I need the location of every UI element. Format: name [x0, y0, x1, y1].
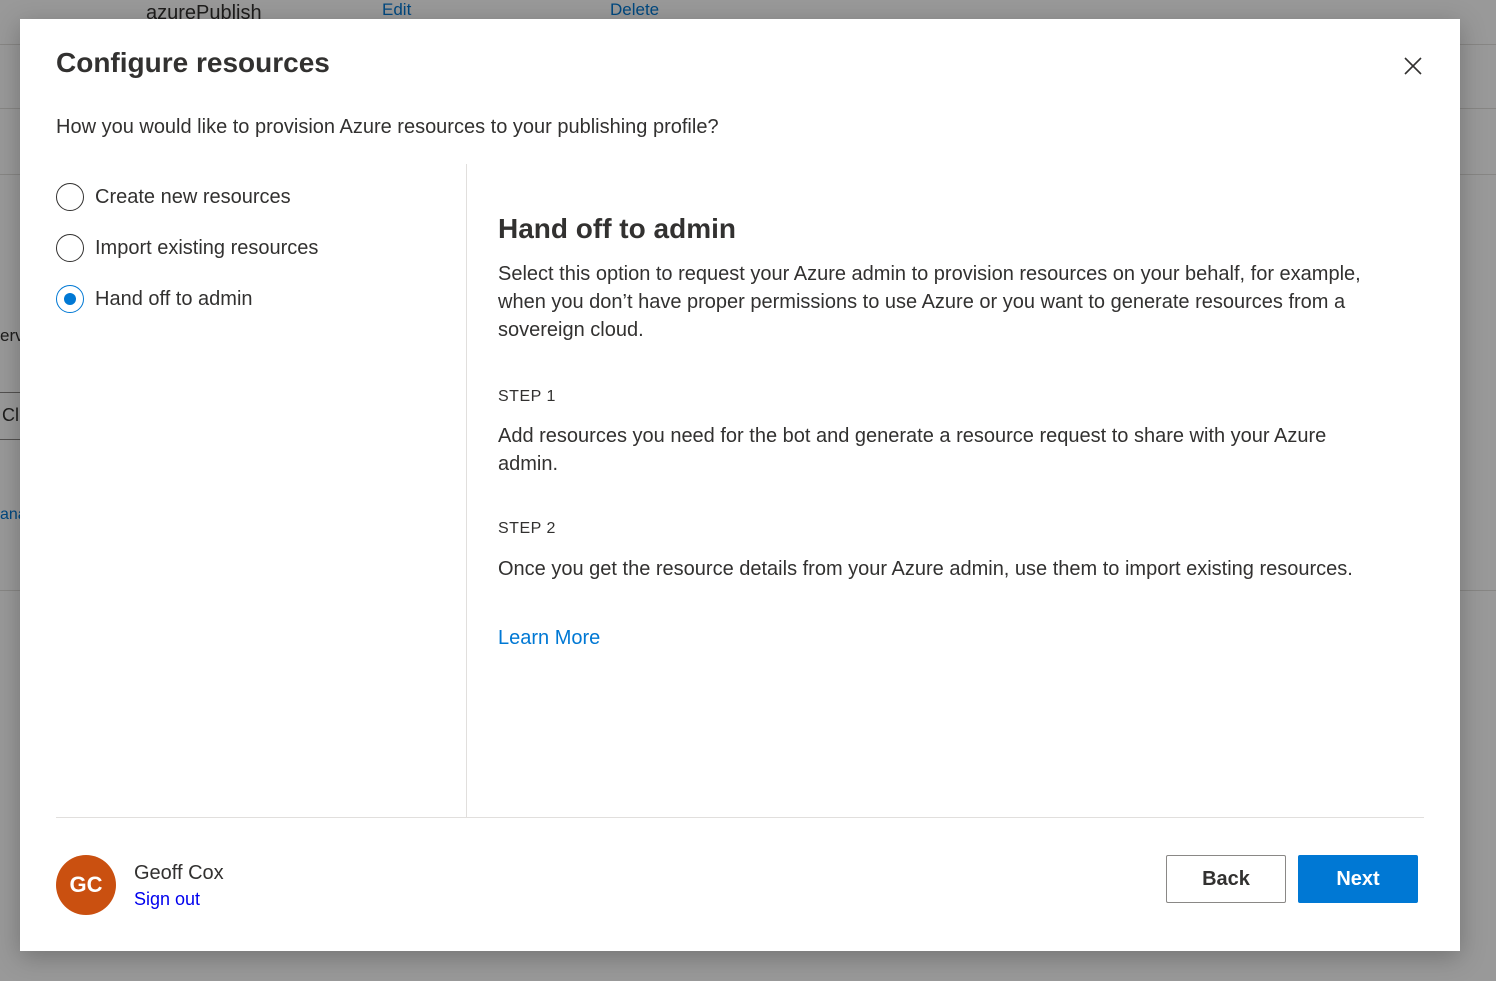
option-label: Hand off to admin	[95, 287, 253, 310]
radio-button[interactable]	[56, 234, 84, 262]
close-icon	[1404, 57, 1422, 75]
next-button[interactable]: Next	[1298, 855, 1418, 903]
sign-out-link[interactable]: Sign out	[134, 889, 200, 910]
vertical-divider	[466, 164, 467, 818]
dialog-title: Configure resources	[56, 47, 330, 78]
step-2-label: STEP 2	[498, 520, 556, 537]
dialog-subtitle: How you would like to provision Azure re…	[56, 116, 719, 138]
configure-resources-dialog: Configure resources How you would like t…	[20, 19, 1460, 951]
option-import-existing-resources[interactable]: Import existing resources	[56, 230, 318, 266]
step-1-label: STEP 1	[498, 388, 556, 405]
option-create-new-resources[interactable]: Create new resources	[56, 179, 318, 215]
option-detail-panel: Hand off to admin Select this option to …	[498, 209, 1418, 650]
avatar: GC	[56, 855, 116, 915]
option-label: Import existing resources	[95, 236, 319, 259]
user-name: Geoff Cox	[134, 862, 224, 884]
option-hand-off-to-admin[interactable]: Hand off to admin	[56, 281, 318, 317]
back-button[interactable]: Back	[1166, 855, 1286, 903]
footer-divider	[56, 817, 1424, 818]
step-2-text: Once you get the resource details from y…	[498, 558, 1353, 580]
detail-title: Hand off to admin	[498, 213, 736, 244]
detail-description: Select this option to request your Azure…	[498, 263, 1361, 341]
provision-options: Create new resources Import existing res…	[56, 179, 318, 332]
step-1-text: Add resources you need for the bot and g…	[498, 425, 1327, 475]
option-label: Create new resources	[95, 185, 291, 208]
radio-button[interactable]	[56, 183, 84, 211]
learn-more-link[interactable]: Learn More	[498, 627, 600, 650]
radio-button-selected[interactable]	[56, 285, 84, 313]
radio-selected-dot	[64, 293, 76, 305]
close-button[interactable]	[1394, 49, 1432, 83]
